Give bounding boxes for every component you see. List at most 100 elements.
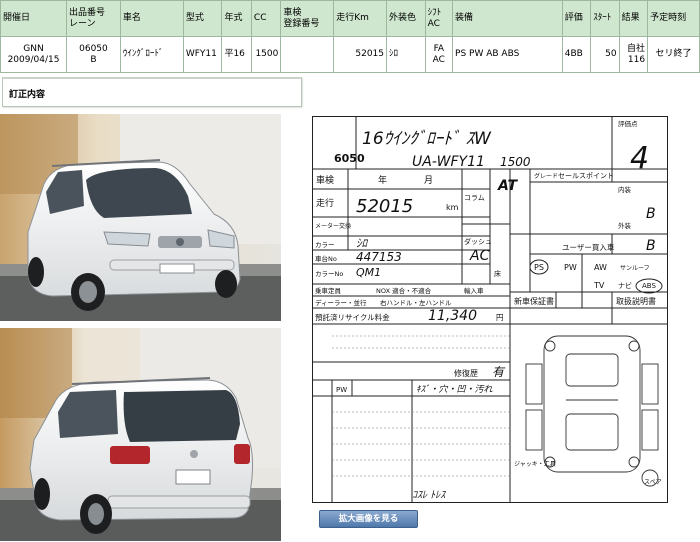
- header-ac: AC: [427, 18, 440, 29]
- sheet-label-pw: PW: [336, 386, 347, 394]
- sheet-label-import: 輸入車: [464, 286, 484, 295]
- sheet-hw-frame-no: 447153: [356, 250, 402, 264]
- sheet-hw-shift: AT: [497, 178, 518, 194]
- sheet-hw-color-no: QM1: [356, 266, 381, 279]
- cell-auction-date: 2009/04/15: [7, 54, 60, 65]
- cell-mileage: 52015: [333, 36, 388, 73]
- header-lane: レーン: [69, 18, 96, 29]
- enlarge-image-button[interactable]: 拡大画像を見る: [319, 510, 418, 528]
- header-equipment: 装備: [452, 0, 563, 37]
- sheet-hw-model: 16ｳｲﾝｸﾞﾛｰﾄﾞ ｽW: [362, 129, 492, 149]
- cell-inspection: [280, 36, 335, 73]
- car-front-image: [0, 114, 281, 321]
- header-year: 年式: [221, 0, 252, 37]
- cell-model: ｳｲﾝｸﾞﾛｰﾄﾞ: [119, 36, 184, 73]
- table-row: GNN 2009/04/15 06050 B ｳｲﾝｸﾞﾛｰﾄﾞ WFY11 平…: [0, 36, 700, 73]
- sheet-label-meter: メーター交換: [315, 222, 351, 230]
- sheet-label-exterior: 外装: [618, 221, 632, 230]
- header-date: 開催日: [0, 0, 68, 37]
- cell-year: 平16: [221, 36, 252, 73]
- correction-title: 訂正内容: [9, 90, 46, 100]
- sheet-label-interior: 内装: [618, 185, 632, 194]
- cell-lot-lane: 06050 B: [66, 36, 121, 73]
- cell-lane: B: [90, 54, 97, 65]
- cell-cc: 1500: [250, 36, 282, 73]
- cell-auction-house: GNN: [23, 43, 44, 54]
- sheet-label-recycle-unit: 円: [496, 313, 504, 322]
- header-lot: 出品番号: [69, 7, 106, 18]
- header-cc: CC: [250, 0, 282, 37]
- header-chassis: 型式: [182, 0, 223, 37]
- header-start: ｽﾀｰﾄ: [590, 0, 620, 37]
- sheet-label-aw: AW: [594, 263, 607, 272]
- table-header-row: 開催日 出品番号 レーン 車名 型式 年式 CC 車検 登録番号 走行Km 外装…: [0, 0, 700, 37]
- auction-sheet[interactable]: 6050 車検 年 月 走行 km メーター交換 カラー 車台No カラーNo …: [312, 114, 670, 504]
- sheet-label-new-warranty: 新車保証書: [514, 296, 554, 306]
- header-result: 結果: [618, 0, 649, 37]
- car-rear-image: [0, 328, 281, 541]
- sheet-label-floor: 床: [494, 269, 501, 278]
- sheet-label-manual: 取扱説明書: [616, 296, 656, 306]
- cell-result-line1: 自社: [627, 43, 646, 54]
- cell-result-line2: 116: [627, 54, 646, 65]
- sheet-label-ps: PS: [534, 263, 544, 272]
- cell-color: ｼﾛ: [386, 36, 426, 73]
- sheet-label-nox: NOX 適合・不適合: [376, 286, 432, 295]
- sheet-label-sunroof: サンルーフ: [620, 265, 650, 272]
- header-shift: ｼﾌﾄ: [427, 7, 442, 18]
- sheet-label-navi: ナビ: [618, 281, 632, 290]
- sheet-label-pw-opt: PW: [564, 263, 577, 272]
- cell-ac: AC: [432, 54, 445, 65]
- sheet-label-dash: ダッシュ: [464, 237, 492, 246]
- cell-date: GNN 2009/04/15: [0, 36, 68, 73]
- sheet-label-column: コラム: [464, 194, 485, 202]
- header-schedule: 予定時刻: [647, 0, 700, 37]
- cell-start: 50: [590, 36, 620, 73]
- sheet-hw-color: ｼﾛ: [356, 237, 368, 250]
- sheet-label-grade-box: 評価点: [618, 119, 638, 128]
- cell-result: 自社 116: [618, 36, 649, 73]
- header-model: 車名: [119, 0, 184, 37]
- cell-lot-number: 06050: [79, 43, 108, 54]
- sheet-hw-ac: AC: [469, 248, 490, 264]
- sheet-label-repair: 修復歴: [454, 368, 478, 378]
- sheet-hw-chassis: UA-WFY11: [412, 154, 485, 170]
- sheet-hw-history: 有: [492, 365, 506, 379]
- sheet-label-recycle-fee: 預託済リサイクル料金: [315, 312, 390, 322]
- cell-shift-ac: FA AC: [424, 36, 454, 73]
- sheet-label-handle: 右ハンドル・左ハンドル: [380, 298, 452, 307]
- sheet-label-year: 年: [378, 174, 387, 186]
- sheet-label-dealer: ディーラー・並行: [315, 298, 367, 307]
- sheet-hw-interior-bottom: B: [646, 238, 656, 254]
- sheet-hw-grade: 4: [630, 141, 649, 176]
- correction-box: 訂正内容: [2, 77, 302, 107]
- sheet-hw-cc: 1500: [500, 155, 531, 169]
- auction-sheet-image: 6050 車検 年 月 走行 km メーター交換 カラー 車台No カラーNo …: [312, 114, 670, 504]
- header-inspection-line1: 車検: [283, 7, 302, 18]
- sheet-label-month: 月: [424, 175, 433, 186]
- sheet-label-color-no: カラーNo: [315, 270, 343, 278]
- sheet-label-abs: ABS: [642, 282, 656, 290]
- car-photo-rear[interactable]: [0, 328, 281, 541]
- sheet-hw-interior-top: B: [646, 206, 656, 222]
- cell-equipment: PS PW AB ABS: [452, 36, 563, 73]
- header-lot-lane: 出品番号 レーン: [66, 0, 121, 37]
- header-color: 外装色: [386, 0, 426, 37]
- sheet-label-frame: 車台No: [315, 254, 337, 263]
- auction-summary-table: 開催日 出品番号 レーン 車名 型式 年式 CC 車検 登録番号 走行Km 外装…: [0, 0, 700, 73]
- sheet-label-inspection: 車検: [316, 174, 334, 186]
- sheet-hw-recycle: 11,340: [428, 308, 477, 324]
- sheet-lot-number: 6050: [334, 152, 365, 165]
- header-mileage: 走行Km: [333, 0, 388, 37]
- header-inspection: 車検 登録番号: [280, 0, 335, 37]
- sheet-hw-bottom: ｺｽﾚ ﾄﾚｽ: [412, 490, 446, 501]
- sheet-label-mileage: 走行: [316, 197, 334, 209]
- car-photo-front[interactable]: [0, 114, 281, 321]
- sheet-label-capacity: 乗車定員: [315, 286, 342, 295]
- header-inspection-line2: 登録番号: [283, 18, 320, 29]
- sheet-label-tv: TV: [593, 281, 605, 290]
- sheet-label-user-car: ユーザー買入車: [562, 242, 615, 252]
- sheet-label-km: km: [446, 203, 459, 212]
- cell-chassis: WFY11: [182, 36, 223, 73]
- header-grade: 評価: [561, 0, 592, 37]
